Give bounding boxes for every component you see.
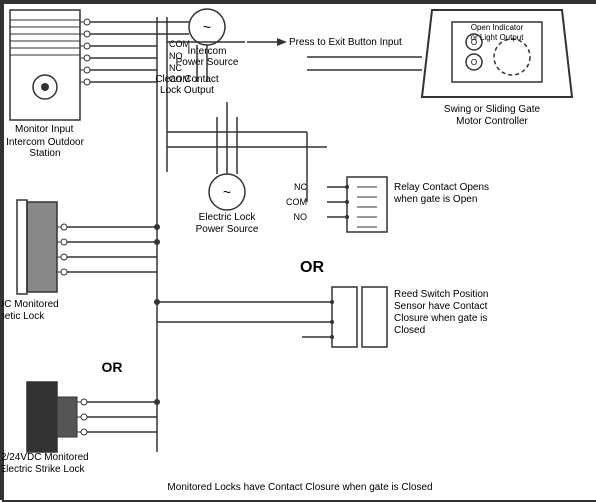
nc-label1: NC [169,63,182,73]
relay-contact-label1: Relay Contact Opens [394,182,489,193]
elec-lock-power-label1: Electric Lock [199,212,257,223]
elec-lock-ac-symbol: ~ [223,184,231,200]
press-to-exit-label: Press to Exit Button Input [289,37,402,48]
or-label2: OR [102,359,123,375]
reed-switch-label3: Closure when gate is [394,313,487,324]
clean-contact-label1: Clean Contact [155,74,219,85]
strike-lock-label2: Electric Strike Lock [2,464,86,475]
monitor-input-label: Monitor Input [15,124,74,135]
com-label: COM [169,39,190,49]
swing-gate-label2: Motor Controller [456,116,528,127]
intercom-outdoor-label1: Intercom Outdoor [6,137,84,148]
or-label1: OR [300,259,324,276]
swing-gate-label1: Swing or Sliding Gate [444,104,541,115]
no-label1: NO [169,51,183,61]
wiring-diagram: Monitor Input ~ Intercom Power Source CO… [0,0,596,500]
open-indicator-text1: Open Indicator [471,23,524,32]
mag-lock-label2: Magnetic Lock [2,311,45,322]
no-relay-label: NO [294,212,308,222]
bottom-label: Monitored Locks have Contact Closure whe… [167,482,432,493]
mag-lock-label1: 12/24VDC Monitored [2,299,59,310]
com-relay-label: COM [286,197,307,207]
reed-switch-label2: Sensor have Contact [394,301,488,312]
intercom-outdoor-label2: Station [29,148,60,159]
strike-lock-label1: 12/24VDC Monitored [2,452,89,463]
reed-switch-label1: Reed Switch Position [394,289,489,300]
open-indicator-o2: O [471,58,477,67]
relay-contact-label2: when gate is Open [393,194,477,205]
clean-contact-label2: Lock Output [160,85,214,96]
nc-relay-label: NC [294,182,307,192]
elec-lock-power-label2: Power Source [196,224,259,235]
open-indicator-text2: or Light Output [471,33,525,42]
intercom-ac-symbol: ~ [203,19,211,35]
reed-switch-label4: Closed [394,325,425,336]
